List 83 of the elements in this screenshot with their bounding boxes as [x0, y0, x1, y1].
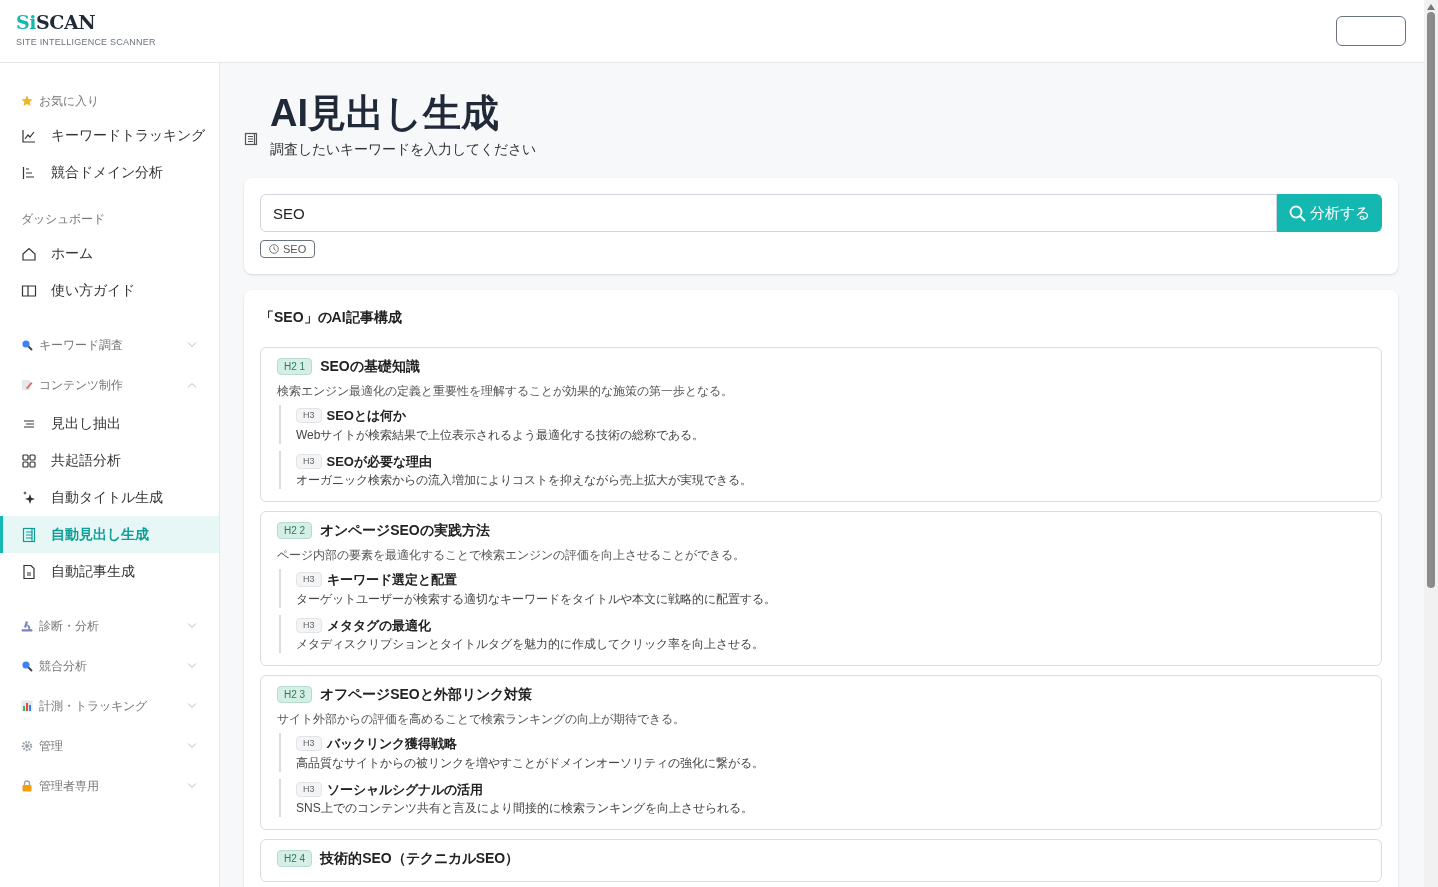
section-label: コンテンツ制作	[39, 377, 124, 394]
subsection-heading: ソーシャルシグナルの活用	[326, 780, 483, 799]
chart-icon	[21, 127, 37, 144]
sidebar-item[interactable]: 競合ドメイン分析	[0, 154, 219, 191]
memo-icon	[21, 379, 33, 391]
section-heading: SEOの基礎知識	[320, 357, 420, 376]
subsection-heading: キーワード選定と配置	[326, 571, 457, 589]
sidebar-item[interactable]: 使い方ガイド	[0, 272, 219, 309]
subsection-heading: SEOが必要な理由	[326, 452, 432, 471]
section-label: ダッシュボード	[21, 211, 106, 228]
keyword-input[interactable]: SEO	[260, 194, 1277, 232]
section-label: 管理者専用	[39, 778, 100, 795]
section-label: 計測・トラッキング	[39, 698, 148, 715]
clock-icon	[269, 244, 279, 254]
subsection-heading: メタタグの最適化	[326, 616, 431, 635]
magnifier-icon	[21, 339, 33, 351]
section-heading: オフページSEOと外部リンク対策	[320, 685, 532, 704]
subsection-summary: Webサイトが検索結果で上位表示されるよう最適化する技術の総称である。	[296, 427, 706, 443]
subsection-summary: ターゲットユーザーが検索する適切なキーワードをタイトルや本文に戦略的に配置する。	[296, 591, 777, 607]
h3-tag: H3	[296, 617, 322, 633]
chevron-up-icon[interactable]	[187, 382, 197, 388]
h2-tag: H2 4	[277, 850, 313, 867]
scrollbar-thumb[interactable]	[1427, 12, 1435, 588]
chevron-down-icon[interactable]	[187, 783, 197, 789]
sparkle-icon	[21, 489, 37, 506]
history-chip[interactable]: SEO	[260, 240, 316, 258]
subsection-summary: オーガニック検索からの流入増加によりコストを抑えながら売上拡大が実現できる。	[296, 473, 753, 488]
sidebar-item[interactable]: 自動記事生成	[0, 553, 219, 590]
logo[interactable]: SiSCAN	[16, 12, 156, 32]
subsection-summary: メタディスクリプションとタイトルタグを魅力的に作成してクリック率を向上させる。	[296, 637, 765, 652]
account-menu-button[interactable]	[1336, 16, 1406, 46]
sidebar-item[interactable]: ホーム	[0, 235, 219, 272]
subsection-summary: SNS上でのコンテンツ共有と言及により間接的に検索ランキングを向上させられる。	[296, 801, 754, 816]
section-label: 診断・分析	[39, 618, 100, 635]
page-subtitle: 調査したいキーワードを入力してください	[270, 140, 536, 159]
chevron-down-icon[interactable]	[187, 342, 197, 348]
sidebar-item[interactable]: 共起語分析	[0, 442, 219, 479]
sidebar-item[interactable]: 自動タイトル生成	[0, 479, 219, 516]
list-icon	[21, 164, 37, 181]
document-icon	[244, 132, 258, 146]
h2-tag: H2 1	[277, 358, 313, 375]
section-summary: ページ内部の要素を最適化することで検索エンジンの評価を向上させることができる。	[277, 547, 746, 564]
section-label: お気に入り	[39, 93, 100, 110]
h3-tag: H3	[296, 572, 322, 588]
h3-tag: H3	[296, 453, 322, 469]
h3-tag: H3	[296, 408, 322, 424]
grid-icon	[21, 452, 37, 469]
section-heading: オンページSEOの実践方法	[320, 521, 490, 540]
microscope-icon	[21, 620, 33, 632]
scrollbar[interactable]	[1424, 0, 1438, 887]
gear-icon	[21, 740, 33, 752]
h2-tag: H2 2	[277, 522, 313, 539]
section-summary: 検索エンジン最適化の定義と重要性を理解することが効果的な施策の第一歩となる。	[277, 383, 734, 400]
chevron-down-icon[interactable]	[187, 663, 197, 669]
book-icon	[21, 282, 37, 299]
h3-tag: H3	[296, 736, 322, 752]
section-heading: 技術的SEO（テクニカルSEO）	[320, 849, 520, 868]
sidebar-item[interactable]: キーワードトラッキング	[0, 117, 219, 154]
section-summary: サイト外部からの評価を高めることで検索ランキングの向上が期待できる。	[277, 711, 686, 728]
magnifier-icon	[21, 660, 33, 672]
document-icon	[21, 526, 37, 543]
lock-icon	[21, 780, 33, 792]
chevron-down-icon[interactable]	[187, 743, 197, 749]
h2-tag: H2 3	[277, 686, 313, 703]
h3-tag: H3	[296, 781, 322, 797]
file-icon	[21, 563, 37, 580]
subsection-heading: SEOとは何か	[326, 407, 406, 425]
star-icon	[21, 95, 33, 107]
subsection-summary: 高品質なサイトからの被リンクを増やすことがドメインオーソリティの強化に繋がる。	[296, 755, 765, 771]
bar-chart-icon	[21, 700, 33, 712]
chevron-down-icon[interactable]	[187, 623, 197, 629]
search-icon	[1289, 204, 1306, 222]
scroll-up-arrow-icon[interactable]	[1427, 4, 1435, 10]
page-title: AI見出し生成	[270, 91, 500, 135]
chevron-down-icon[interactable]	[187, 703, 197, 709]
subsection-heading: バックリンク獲得戦略	[326, 735, 457, 753]
sidebar-item[interactable]: 見出し抽出	[0, 405, 219, 442]
section-label: 競合分析	[39, 658, 88, 675]
section-label: キーワード調査	[39, 337, 124, 354]
section-label: 管理	[39, 738, 64, 755]
outline-title: 「SEO」のAI記事構成	[260, 308, 403, 327]
logo-tagline: SITE INTELLIGENCE SCANNER	[16, 35, 156, 49]
home-icon	[21, 245, 37, 262]
